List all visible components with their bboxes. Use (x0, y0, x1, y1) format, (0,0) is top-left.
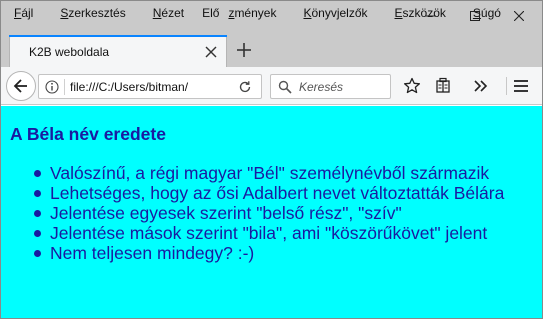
navigation-bar: file:///C:/Users/bitman/ Keresés (1, 67, 542, 105)
minimize-button[interactable] (408, 1, 454, 31)
back-arrow-icon (13, 79, 27, 93)
page-heading: A Béla név eredete (10, 124, 166, 144)
menu-bar: Fájl Szerkesztés Nézet Elő zmények Könyvj… (1, 1, 542, 31)
menu-item-history[interactable]: Elő zmények (202, 6, 285, 20)
tab-title: K2B weboldala (29, 45, 110, 59)
back-button[interactable] (6, 71, 36, 101)
url-bar[interactable]: file:///C:/Users/bitman/ (38, 74, 262, 99)
overflow-button[interactable] (470, 76, 490, 96)
origin-list: Valószínű, a régi magyar "Bél" személyné… (33, 163, 505, 263)
list-item: Jelentése egyesek szerint "belső rész", … (33, 203, 504, 223)
close-window-button[interactable] (496, 1, 542, 31)
list-item: Jelentése mások szerint "bila", ami "kös… (33, 223, 504, 243)
minimize-icon (426, 15, 436, 17)
overflow-chevron-icon (474, 80, 488, 92)
page-content: A Béla név eredete Valószínű, a régi mag… (1, 106, 542, 318)
reader-view-icon (436, 77, 450, 93)
bookmark-button[interactable] (402, 76, 422, 96)
url-text[interactable]: file:///C:/Users/bitman/ (70, 80, 230, 94)
main-menu-button[interactable] (511, 76, 531, 96)
hamburger-menu-icon (514, 80, 528, 92)
bookmark-star-icon (403, 77, 421, 94)
close-tab-icon[interactable] (204, 45, 218, 59)
maximize-button[interactable] (452, 1, 498, 31)
reload-icon[interactable] (238, 80, 252, 94)
list-item: Lehetséges, hogy az ősi Adalbert nevet v… (33, 183, 505, 203)
tab-k2b[interactable]: K2B weboldala (9, 35, 227, 67)
menu-item-file[interactable]: Fájl (5, 6, 42, 20)
new-tab-icon[interactable] (235, 41, 253, 59)
toolbar-separator (506, 77, 507, 95)
search-bar[interactable]: Keresés (270, 74, 391, 99)
info-icon[interactable] (45, 80, 59, 94)
search-icon (278, 80, 292, 94)
close-icon (514, 11, 524, 21)
tab-strip: K2B weboldala (1, 31, 542, 67)
browser-window: Fájl Szerkesztés Nézet Elő zmények Könyvj… (0, 0, 543, 319)
url-separator (64, 79, 65, 95)
tab-active-indicator (9, 35, 227, 37)
menu-item-bookmarks[interactable]: Könyvjelzők (294, 6, 376, 20)
reader-view-button[interactable] (433, 76, 453, 96)
list-item: Nem teljesen mindegy? :-) (33, 243, 504, 263)
search-placeholder: Keresés (299, 80, 344, 94)
menu-item-view[interactable]: Nézet (144, 6, 193, 20)
list-item: Valószínű, a régi magyar "Bél" személyné… (33, 163, 504, 183)
menu-item-edit[interactable]: Szerkesztés (51, 6, 134, 20)
maximize-icon (470, 11, 480, 21)
